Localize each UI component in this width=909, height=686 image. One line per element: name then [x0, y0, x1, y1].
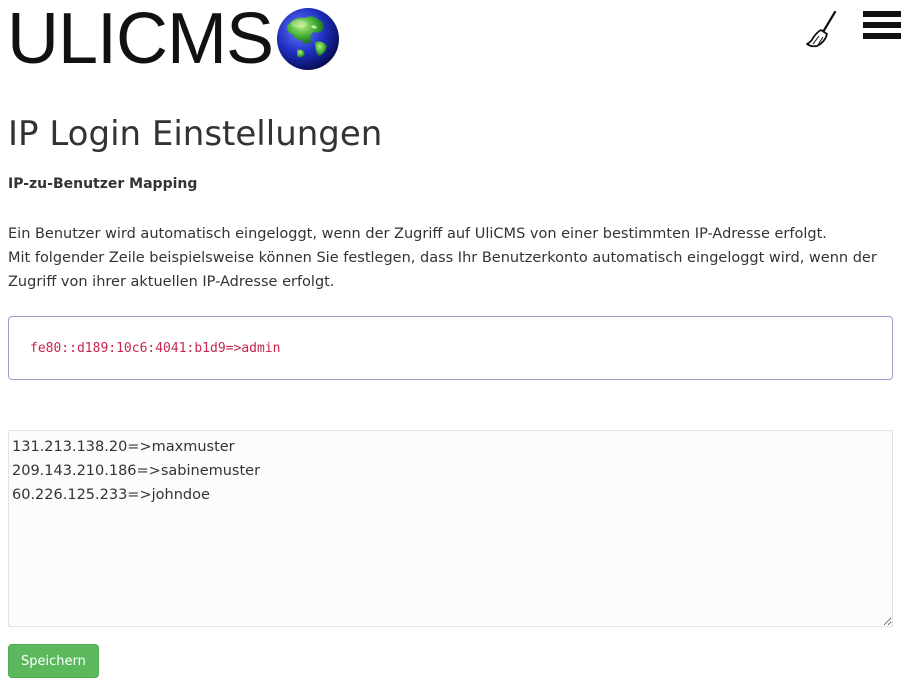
save-button[interactable]: Speichern — [8, 644, 99, 678]
ip-mapping-textarea[interactable]: 131.213.138.20=>maxmuster 209.143.210.18… — [8, 430, 893, 627]
page-title: IP Login Einstellungen — [8, 114, 383, 154]
example-code-box: fe80::d189:10c6:4041:b1d9=>admin — [8, 316, 893, 380]
description-line-1: Ein Benutzer wird automatisch eingeloggt… — [8, 226, 827, 242]
description: Ein Benutzer wird automatisch eingeloggt… — [8, 222, 898, 294]
globe-icon — [277, 8, 340, 70]
hamburger-menu-icon[interactable] — [863, 8, 901, 42]
ulicms-logo[interactable]: ULICMS — [7, 0, 341, 79]
header-actions — [805, 8, 901, 50]
description-line-2: Mit folgender Zeile beispielsweise könne… — [8, 250, 877, 290]
logo-text: ULICMS — [7, 0, 274, 79]
example-code: fe80::d189:10c6:4041:b1d9=>admin — [30, 340, 281, 356]
broom-icon[interactable] — [805, 10, 839, 50]
section-subtitle: IP-zu-Benutzer Mapping — [8, 176, 198, 192]
